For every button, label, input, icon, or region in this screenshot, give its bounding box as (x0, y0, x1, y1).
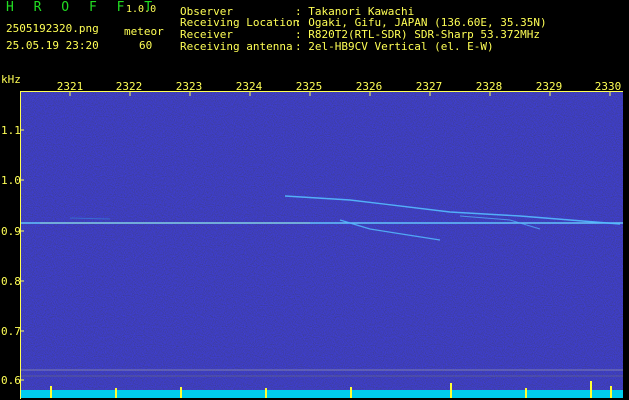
spectrogram (20, 92, 623, 398)
noise-layer (20, 92, 623, 398)
x-axis-line (20, 91, 623, 92)
y-axis-line (20, 91, 21, 399)
y-tick-label: 1.1 (1, 124, 21, 137)
y-tick-label: 1.0 (1, 174, 21, 187)
file-datetime: 25.05.19 23:20 (6, 39, 99, 52)
file-name: 2505192320.png (6, 22, 99, 35)
antenna-value: : 2el-HB9CV Vertical (el. E-W) (295, 40, 494, 53)
meteor-label: meteor (124, 25, 164, 38)
app-version: 1.0.0 (126, 4, 157, 15)
y-tick-label: 0.6 (1, 374, 21, 387)
meteor-count: 60 (139, 39, 153, 52)
y-unit-label: kHz (1, 73, 21, 86)
y-tick-label: 0.8 (1, 275, 21, 288)
antenna-label: Receiving antenna (180, 40, 293, 53)
signal-level-bar (20, 390, 623, 398)
y-tick-label: 0.9 (1, 225, 21, 238)
y-tick-label: 0.7 (1, 325, 21, 338)
